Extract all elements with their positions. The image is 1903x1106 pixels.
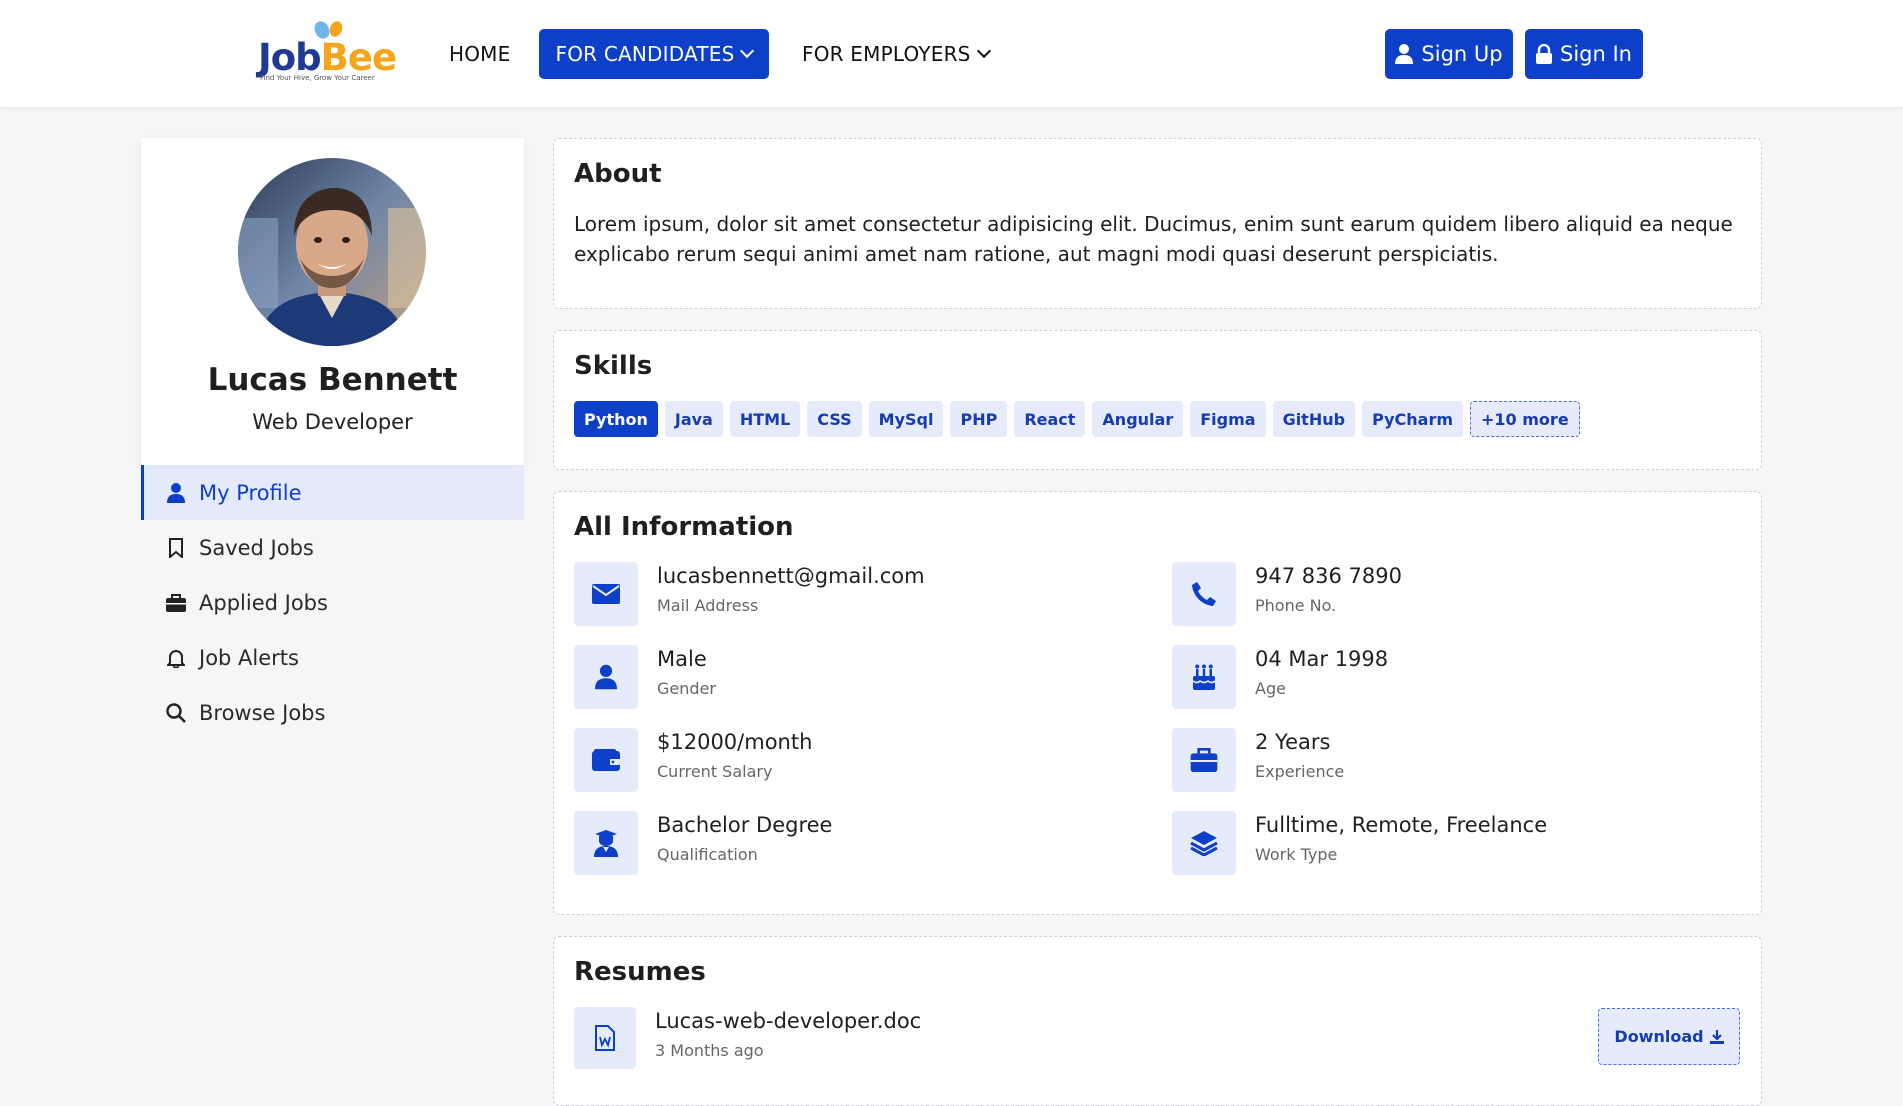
- profile-role: Web Developer: [252, 410, 413, 434]
- chevron-down-icon: [740, 43, 755, 59]
- info-value: lucasbennett@gmail.com: [657, 564, 925, 588]
- info-label: Qualification: [657, 845, 758, 864]
- sidebar-item-label: Saved Jobs: [199, 535, 314, 560]
- briefcase-icon: [165, 592, 187, 614]
- info-value: Fulltime, Remote, Freelance: [1255, 813, 1548, 837]
- info-value: 947 836 7890: [1255, 564, 1402, 588]
- avatar: [238, 158, 426, 346]
- skills-title: Skills: [574, 351, 653, 381]
- skill-chip[interactable]: Java: [664, 401, 723, 437]
- search-icon: [165, 702, 187, 724]
- sidebar-menu: My Profile Saved Jobs Applied Jobs Job A…: [141, 465, 524, 740]
- info-value: $12000/month: [657, 730, 813, 754]
- info-work-type: Fulltime, Remote, Freelance Work Type: [1172, 811, 1547, 875]
- sidebar-item-label: Job Alerts: [199, 645, 299, 670]
- skill-chip[interactable]: GitHub: [1272, 401, 1356, 437]
- info-label: Age: [1255, 679, 1286, 698]
- user-icon: [165, 482, 187, 504]
- bookmark-icon: [165, 537, 187, 559]
- sidebar-item-saved-jobs[interactable]: Saved Jobs: [141, 520, 524, 575]
- chevron-down-icon: [976, 43, 991, 59]
- all-information-card: All Information lucasbennett@gmail.com Ma…: [553, 491, 1762, 915]
- sidebar-item-browse-jobs[interactable]: Browse Jobs: [141, 685, 524, 740]
- resumes-title: Resumes: [574, 957, 706, 987]
- skill-chip[interactable]: Python: [574, 401, 658, 437]
- resume-file-date: 3 Months ago: [655, 1041, 764, 1060]
- sidebar-item-label: Browse Jobs: [199, 700, 326, 725]
- sidebar-item-label: Applied Jobs: [199, 590, 328, 615]
- graduate-icon: [574, 811, 638, 875]
- skill-chip[interactable]: Angular: [1092, 401, 1184, 437]
- resumes-card: Resumes Lucas-web-developer.doc 3 Months…: [553, 936, 1762, 1106]
- resume-item[interactable]: Lucas-web-developer.doc 3 Months ago: [574, 1007, 921, 1069]
- nav-for-candidates[interactable]: FOR CANDIDATES: [539, 29, 769, 79]
- info-age: 04 Mar 1998 Age: [1172, 645, 1388, 709]
- sidebar-item-my-profile[interactable]: My Profile: [141, 465, 524, 520]
- info-email: lucasbennett@gmail.com Mail Address: [574, 562, 925, 626]
- skills-list: Python Java HTML CSS MySql PHP React Ang…: [574, 401, 1580, 437]
- info-salary: $12000/month Current Salary: [574, 728, 812, 792]
- skill-chip[interactable]: HTML: [729, 401, 801, 437]
- wallet-icon: [574, 728, 638, 792]
- nav-home[interactable]: HOME: [449, 29, 510, 79]
- birthday-cake-icon: [1172, 645, 1236, 709]
- download-button[interactable]: Download: [1598, 1008, 1740, 1065]
- skill-chip[interactable]: React: [1014, 401, 1086, 437]
- info-value: 2 Years: [1255, 730, 1331, 754]
- skill-chip[interactable]: PyCharm: [1362, 401, 1464, 437]
- layers-icon: [1172, 811, 1236, 875]
- sign-in-button[interactable]: Sign In: [1525, 29, 1643, 79]
- info-label: Experience: [1255, 762, 1345, 781]
- info-gender: Male Gender: [574, 645, 716, 709]
- skill-chip[interactable]: PHP: [950, 401, 1008, 437]
- info-qualification: Bachelor Degree Qualification: [574, 811, 832, 875]
- info-value: 04 Mar 1998: [1255, 647, 1389, 671]
- nav-for-employers[interactable]: FOR EMPLOYERS: [802, 29, 991, 79]
- about-text: Lorem ipsum, dolor sit amet consectetur …: [574, 212, 1733, 266]
- briefcase-icon: [1172, 728, 1236, 792]
- bell-icon: [165, 647, 187, 669]
- resume-file-name: Lucas-web-developer.doc: [655, 1009, 922, 1033]
- download-icon: [1709, 1029, 1724, 1044]
- sidebar-item-job-alerts[interactable]: Job Alerts: [141, 630, 524, 685]
- info-value: Male: [657, 647, 707, 671]
- lock-icon: [1536, 44, 1552, 64]
- about-card: About Lorem ipsum, dolor sit amet consec…: [553, 138, 1762, 309]
- info-label: Mail Address: [657, 596, 759, 615]
- info-experience: 2 Years Experience: [1172, 728, 1344, 792]
- more-skills-button[interactable]: +10 more: [1470, 401, 1580, 437]
- logo-tagline: Find Your Hive, Grow Your Career: [260, 74, 375, 82]
- top-navbar: JobBee Find Your Hive, Grow Your Career …: [0, 0, 1903, 107]
- sidebar-item-applied-jobs[interactable]: Applied Jobs: [141, 575, 524, 630]
- skill-chip[interactable]: MySql: [868, 401, 944, 437]
- info-title: All Information: [574, 512, 794, 542]
- sidebar-item-label: My Profile: [199, 480, 302, 505]
- jobbee-logo[interactable]: JobBee Find Your Hive, Grow Your Career: [256, 18, 398, 88]
- logo-wordmark: JobBee: [258, 36, 397, 79]
- user-icon: [1395, 44, 1414, 64]
- skills-card: Skills Python Java HTML CSS MySql PHP Re…: [553, 330, 1762, 470]
- info-label: Work Type: [1255, 845, 1338, 864]
- sign-up-button[interactable]: Sign Up: [1385, 29, 1513, 79]
- info-value: Bachelor Degree: [657, 813, 833, 837]
- info-phone: 947 836 7890 Phone No.: [1172, 562, 1402, 626]
- skill-chip[interactable]: Figma: [1190, 401, 1266, 437]
- about-title: About: [574, 159, 662, 189]
- profile-name: Lucas Bennett: [207, 362, 458, 398]
- info-label: Current Salary: [657, 762, 773, 781]
- user-icon: [574, 645, 638, 709]
- skill-chip[interactable]: CSS: [807, 401, 862, 437]
- info-label: Gender: [657, 679, 716, 698]
- info-label: Phone No.: [1255, 596, 1337, 615]
- profile-card: Lucas Bennett Web Developer: [141, 138, 524, 465]
- word-file-icon: [574, 1007, 636, 1069]
- envelope-icon: [574, 562, 638, 626]
- phone-icon: [1172, 562, 1236, 626]
